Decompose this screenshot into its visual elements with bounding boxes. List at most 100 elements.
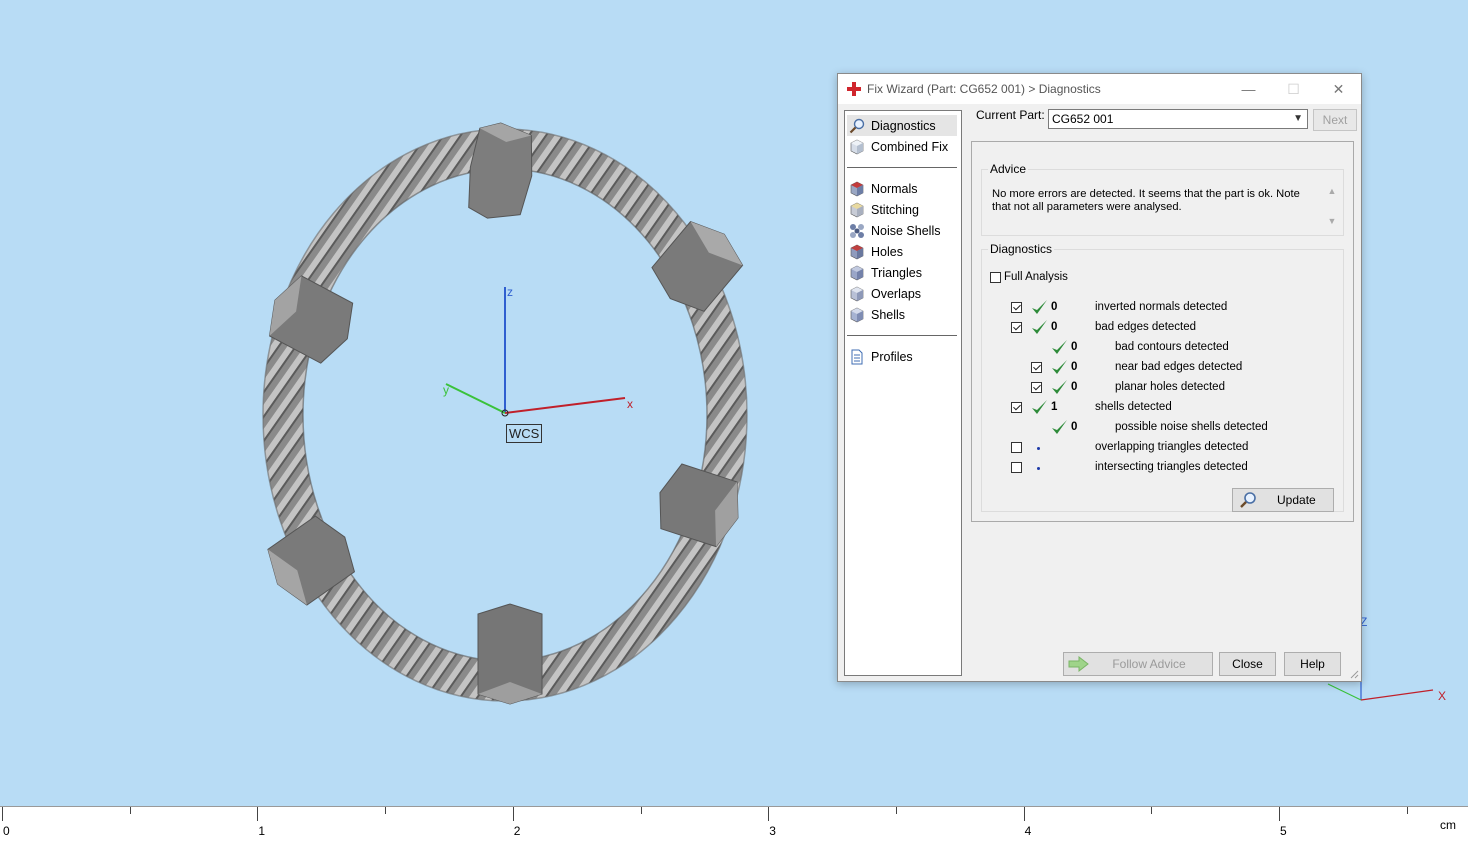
checkmark-icon <box>1032 320 1047 334</box>
nav-item-overlaps[interactable]: Overlaps <box>845 283 961 304</box>
triangles-cube-icon <box>849 265 865 281</box>
nav-divider <box>847 167 957 168</box>
checkmark-icon <box>1052 360 1067 374</box>
ruler-minor-tick <box>1406 807 1408 814</box>
ruler-unit: cm <box>1440 818 1456 832</box>
ruler-minor-tick <box>895 807 897 814</box>
ruler-minor-tick <box>1151 807 1153 814</box>
full-analysis-label: Full Analysis <box>1004 271 1068 283</box>
follow-advice-button: Follow Advice <box>1063 652 1213 676</box>
resize-grip-icon[interactable] <box>1349 669 1359 679</box>
maximize-button: ☐ <box>1287 81 1300 97</box>
ruler-major-tick <box>2 807 3 821</box>
diagnostic-count: 0 <box>1071 421 1078 433</box>
diagnostic-row: 0 bad contours detected <box>982 338 1342 358</box>
nav-item-normals[interactable]: Normals <box>845 178 961 199</box>
diagnostic-row: 0 inverted normals detected <box>982 298 1342 318</box>
nav-item-diagnostics[interactable]: Diagnostics <box>847 115 957 136</box>
diagnostics-panel: Advice No more errors are detected. It s… <box>971 141 1354 522</box>
threaded-ring <box>263 129 747 701</box>
full-analysis-checkbox[interactable] <box>990 271 1001 283</box>
noise-shells-icon <box>849 223 865 239</box>
diagnostic-count: 0 <box>1051 301 1058 313</box>
nav-item-label: Shells <box>871 307 906 322</box>
shells-cube-icon <box>849 307 865 323</box>
nav-item-label: Overlaps <box>871 286 922 301</box>
update-button[interactable]: Update <box>1232 488 1334 512</box>
advice-group: Advice No more errors are detected. It s… <box>981 162 1344 236</box>
nav-item-stitching[interactable]: Stitching <box>845 199 961 220</box>
checkmark-icon <box>1052 420 1067 434</box>
nav-item-combined-fix[interactable]: Combined Fix <box>845 136 961 157</box>
advice-scrollbar[interactable]: ▲ ▼ <box>1325 186 1339 234</box>
arrow-right-icon <box>1068 656 1089 672</box>
diagnostic-checkbox[interactable] <box>1031 382 1042 393</box>
diagnostic-label: near bad edges detected <box>1115 361 1243 373</box>
diagnostic-row: 0 possible noise shells detected <box>982 418 1342 438</box>
nav-item-noise-shells[interactable]: Noise Shells <box>845 220 961 241</box>
diagnostics-legend: Diagnostics <box>990 242 1053 256</box>
close-window-button[interactable]: ✕ <box>1316 74 1361 104</box>
nav-item-holes[interactable]: Holes <box>845 241 961 262</box>
chevron-down-icon: ▼ <box>1293 113 1303 124</box>
pending-dot-icon <box>1037 447 1040 450</box>
advice-text: No more errors are detected. It seems th… <box>992 188 1300 213</box>
ruler-tick-label: 5 <box>1280 824 1287 838</box>
y-axis <box>445 383 506 414</box>
nav-item-label: Triangles <box>871 265 922 280</box>
overlaps-cube-icon <box>849 286 865 302</box>
stitching-cube-icon <box>849 202 865 218</box>
follow-advice-label: Follow Advice <box>1112 657 1186 671</box>
diagnostic-label: planar holes detected <box>1115 381 1225 393</box>
diagnostic-count: 1 <box>1051 401 1058 413</box>
nav-item-shells[interactable]: Shells <box>845 304 961 325</box>
diagnostic-checkbox[interactable] <box>1011 402 1022 413</box>
ruler-tick-label: 0 <box>3 824 10 838</box>
x-axis <box>504 397 626 414</box>
checkmark-icon <box>1032 300 1047 314</box>
diagnostic-checkbox[interactable] <box>1031 362 1042 373</box>
diagnostic-row: 0 planar holes detected <box>982 378 1342 398</box>
nav-divider <box>847 335 957 336</box>
diagnostic-checkbox[interactable] <box>1011 322 1022 333</box>
cube-icon <box>849 139 865 155</box>
current-part-select[interactable]: CG652 001 ▼ <box>1048 109 1308 129</box>
diagnostic-label: bad edges detected <box>1095 321 1197 333</box>
help-button[interactable]: Help <box>1284 652 1341 676</box>
minimize-button[interactable]: — <box>1226 74 1271 104</box>
close-button[interactable]: Close <box>1219 652 1276 676</box>
ruler-major-tick <box>257 807 259 821</box>
diagnostic-label: possible noise shells detected <box>1115 421 1268 433</box>
magnifier-icon <box>849 118 865 134</box>
diagnostic-row: 0 bad edges detected <box>982 318 1342 338</box>
ruler-tick-label: 2 <box>513 824 521 838</box>
full-analysis-option[interactable]: Full Analysis <box>990 270 1068 284</box>
ruler-tick-label: 4 <box>1024 824 1032 838</box>
ruler-major-tick <box>1279 807 1280 821</box>
diagnostics-group: Diagnostics Full Analysis 0 inverted norm… <box>981 242 1344 512</box>
diagnostic-row: overlapping triangles detected <box>982 438 1342 458</box>
nav-item-label: Diagnostics <box>871 118 936 133</box>
hex-nut <box>477 603 543 705</box>
diagnostic-label: bad contours detected <box>1115 341 1229 353</box>
nav-item-triangles[interactable]: Triangles <box>845 262 961 283</box>
ruler-major-tick <box>768 807 770 821</box>
diagnostic-checkbox[interactable] <box>1011 302 1022 313</box>
nav-item-label: Normals <box>871 181 918 196</box>
diagnostic-checkbox[interactable] <box>1011 462 1022 473</box>
nav-item-label: Holes <box>871 244 903 259</box>
diagnostic-checkbox[interactable] <box>1011 442 1022 453</box>
normals-cube-icon <box>849 181 865 197</box>
ruler-tick-label: 3 <box>769 824 776 838</box>
dialog-titlebar[interactable]: Fix Wizard (Part: CG652 001) > Diagnosti… <box>838 74 1361 104</box>
nav-item-profiles[interactable]: Profiles <box>845 346 961 367</box>
nav-item-label: Noise Shells <box>871 223 941 238</box>
ruler-major-tick <box>1023 807 1025 821</box>
diagnostic-count: 0 <box>1051 321 1058 333</box>
diagnostic-label: inverted normals detected <box>1095 301 1228 313</box>
diagnostic-label: overlapping triangles detected <box>1095 441 1249 453</box>
update-label: Update <box>1277 493 1316 507</box>
nav-item-label: Stitching <box>871 202 919 217</box>
current-part-label: Current Part: <box>976 108 1045 122</box>
diagnostic-row: intersecting triangles detected <box>982 458 1342 478</box>
